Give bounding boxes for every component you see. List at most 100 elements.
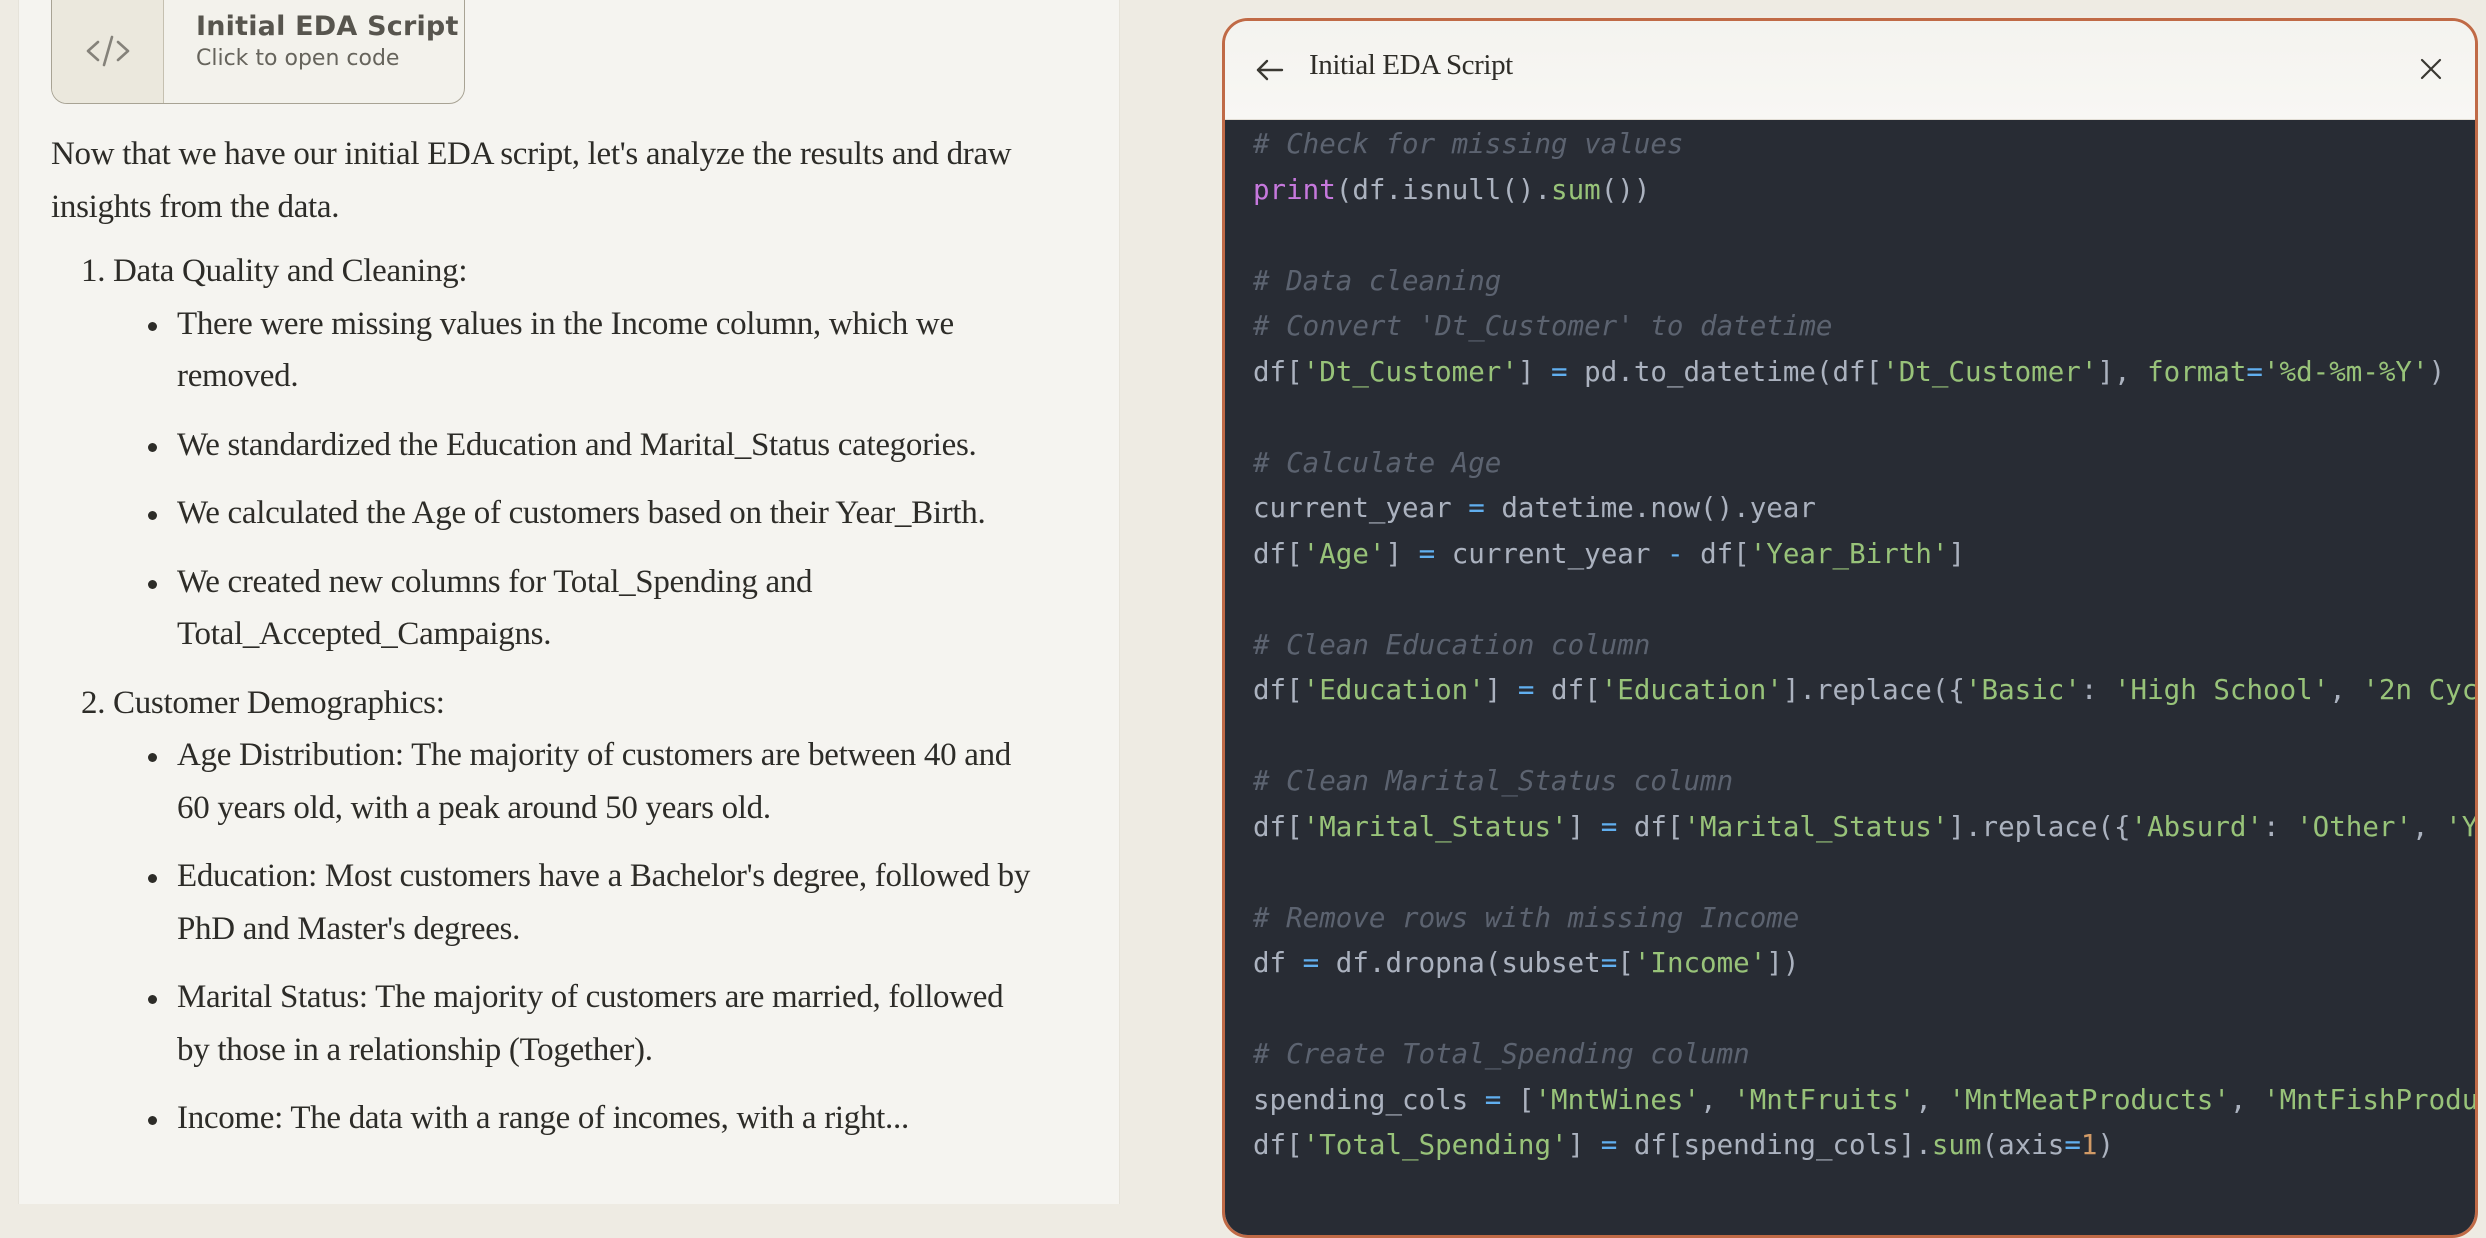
artifact-card-title: Initial EDA Script — [196, 11, 459, 42]
code-token-plain: df — [1253, 947, 1303, 979]
code-token-comment: # Clean Education column — [1253, 628, 1651, 661]
code-token-plain: ].replace({ — [1948, 810, 2131, 843]
code-token-plain: ) — [2428, 355, 2446, 388]
artifact-panel: Initial EDA Script # Check for missing v… — [1222, 18, 2478, 1238]
code-token-string: 'High School' — [2114, 674, 2330, 706]
code-line: df['Total_Spending'] = df[spending_cols]… — [1253, 1123, 2475, 1169]
code-token-string: 'Age' — [1302, 537, 1386, 570]
arrow-left-icon — [1256, 59, 1284, 81]
code-token-plain: ]) — [1766, 947, 1800, 979]
code-token-plain: , — [2229, 1083, 2264, 1116]
code-token-plain: , — [2329, 674, 2363, 706]
code-token-plain: df[ — [1253, 810, 1303, 843]
code-token-plain: ], — [2097, 355, 2148, 388]
code-token-string: 'Year_Birth' — [1749, 537, 1949, 570]
code-token-op: = — [1600, 1129, 1618, 1161]
artifact-card-subtitle: Click to open code — [196, 46, 400, 71]
code-token-plain: [ — [1617, 947, 1634, 979]
code-token-plain: df[ — [1617, 810, 1684, 843]
code-token-plain: df[spending_cols]. — [1617, 1129, 1932, 1161]
code-token-func: sum — [1551, 173, 1601, 206]
code-token-string: 'MntFishProducts' — [2263, 1083, 2475, 1116]
chat-column: Initial EDA Script Click to open code No… — [18, 0, 1120, 1204]
code-token-string: '%d-%m-%Y' — [2262, 355, 2429, 388]
code-token-plain: df[ — [1253, 355, 1303, 388]
insights-list: 1. Data Quality and Cleaning: There were… — [51, 245, 1031, 1145]
code-token-string: 'MntFruits' — [1733, 1083, 1916, 1116]
code-token-string: 'Dt_Customer' — [1302, 355, 1518, 388]
code-token-string: 'Marital_Status' — [1302, 810, 1568, 843]
code-token-plain: (axis — [1981, 1129, 2065, 1161]
code-line: # Convert 'Dt_Customer' to datetime — [1253, 304, 2475, 350]
code-token-string: 'Total_Spending' — [1302, 1129, 1568, 1161]
code-line: print(df.isnull().sum()) — [1253, 168, 2475, 214]
code-token-comment: # Remove rows with missing Income — [1253, 901, 1800, 934]
code-token-op: = — [1418, 537, 1436, 570]
code-token-plain: current_year — [1435, 537, 1667, 570]
code-token-string: 'Other' — [2296, 810, 2413, 843]
bullet-item: Education: Most customers have a Bachelo… — [113, 850, 1031, 955]
code-token-string: 'Education' — [1600, 674, 1783, 706]
insight-section: 2. Customer Demographics: Age Distributi… — [51, 677, 1031, 1145]
code-token-plain: spending_cols — [1253, 1083, 1485, 1116]
code-token-plain: : — [2080, 674, 2114, 706]
insight-section: 1. Data Quality and Cleaning: There were… — [51, 245, 1031, 661]
code-viewer[interactable]: # Check for missing values print(df.isnul… — [1225, 120, 2475, 1235]
code-token-comment: # Data cleaning — [1253, 264, 1502, 297]
code-token-plain: datetime.now().year — [1484, 492, 1816, 524]
code-token-op: = — [1484, 1083, 1502, 1116]
code-token-op: = — [1600, 810, 1618, 843]
code-token-plain: ()) — [1600, 173, 1651, 206]
code-token-string: 'Dt_Customer' — [1882, 355, 2098, 388]
code-block: # Check for missing values print(df.isnul… — [1253, 122, 2475, 1169]
code-token-plain: ] — [1567, 810, 1601, 843]
section-heading: Customer Demographics: — [113, 684, 445, 721]
code-token-op: = — [1517, 674, 1535, 706]
code-line: # Data cleaning — [1253, 259, 2475, 305]
code-token-plain: df[ — [1683, 537, 1750, 570]
code-token-plain: ] — [1517, 355, 1552, 388]
assistant-message: Now that we have our initial EDA script,… — [51, 128, 1031, 1161]
code-line: # Clean Marital_Status column — [1253, 759, 2475, 805]
code-token-comment: # Check for missing values — [1253, 128, 1684, 160]
bullet-item: We created new columns for Total_Spendin… — [113, 556, 1031, 661]
close-button[interactable] — [2413, 51, 2449, 87]
code-line: # Create Total_Spending column — [1253, 1032, 2475, 1078]
code-token-string: 'Income' — [1633, 947, 1767, 979]
code-token-string: 'Education' — [1302, 674, 1485, 706]
back-button[interactable] — [1253, 53, 1287, 87]
code-line: df['Age'] = current_year - df['Year_Birt… — [1253, 532, 2475, 578]
section-bullets: Age Distribution: The majority of custom… — [113, 729, 1031, 1145]
section-number: 1. — [81, 253, 106, 289]
message-intro: Now that we have our initial EDA script,… — [51, 136, 1012, 225]
code-line: spending_cols = ['MntWines', 'MntFruits'… — [1253, 1078, 2475, 1124]
code-line: df['Marital_Status'] = df['Marital_Statu… — [1253, 805, 2475, 851]
artifact-card-initial-eda-script[interactable]: Initial EDA Script Click to open code — [51, 0, 465, 104]
code-token-string: 'YOLO' — [2445, 810, 2475, 843]
code-token-plain: , — [1915, 1083, 1949, 1116]
code-token-string: 'MntMeatProducts' — [1948, 1083, 2230, 1116]
code-token-op: = — [2246, 355, 2263, 388]
code-token-op: = — [1600, 947, 1618, 979]
section-bullets: There were missing values in the Income … — [113, 298, 1031, 661]
code-token-comment: # Calculate Age — [1253, 446, 1502, 479]
code-token-op: = — [1551, 355, 1568, 388]
code-token-plain: , — [2412, 810, 2446, 843]
code-token-plain: ].replace({ — [1782, 674, 1965, 706]
code-line: # Clean Education column — [1253, 623, 2475, 669]
code-token-op: = — [2064, 1129, 2081, 1161]
section-number: 2. — [81, 684, 106, 721]
close-icon — [2420, 58, 2442, 80]
code-token-string: 'Marital_Status' — [1683, 810, 1949, 843]
code-token-comment: # Convert 'Dt_Customer' to datetime — [1253, 310, 1833, 342]
code-token-plain: ] — [1948, 537, 1965, 570]
section-heading: Data Quality and Cleaning: — [113, 253, 468, 289]
code-line: current_year = datetime.now().year — [1253, 486, 2475, 532]
code-token-func: sum — [1931, 1129, 1982, 1161]
code-token-plain: current_year — [1253, 492, 1469, 524]
code-token-plain: ] — [1385, 537, 1419, 570]
code-line: df['Education'] = df['Education'].replac… — [1253, 668, 2475, 714]
